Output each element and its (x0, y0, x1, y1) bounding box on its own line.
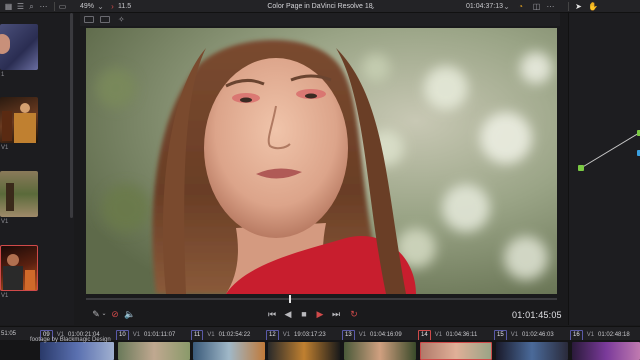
viewer-timecode: 01:01:45:05 (512, 310, 562, 320)
clip-timecode: 51:05 (1, 331, 17, 337)
clip-info[interactable]: 12 V1 19:03:17:23 (266, 330, 326, 341)
clip-timecode: 01:02:46:03 (522, 332, 554, 338)
scrub-bar[interactable] (86, 298, 557, 300)
track-label: V1 (510, 332, 519, 338)
gallery-still-selected[interactable] (0, 245, 38, 291)
clip-info[interactable]: 16 V1 01:02:48:18 (570, 330, 630, 341)
still-label: V1 (1, 145, 9, 151)
highlight-icon[interactable]: ✧ (118, 15, 125, 24)
timeline-clip[interactable] (572, 342, 640, 360)
clip-info[interactable]: 14 V1 01:04:36:11 (418, 330, 478, 341)
timeline-thumbnails (0, 340, 640, 360)
chevron-down-icon[interactable]: ⌄ (502, 2, 511, 11)
transport-controls: ✎ ⌄ ⊘ 🔈 ⏮ ◀ ■ ▶ ⏭ ↻ 01:01:45:05 (80, 304, 562, 324)
skip-back-icon[interactable]: ⏮ (266, 308, 278, 320)
timeline-clip[interactable] (40, 342, 114, 360)
more-icon[interactable]: ⋯ (546, 2, 555, 11)
audio-icon[interactable]: 🔈 (124, 308, 136, 320)
gallery-still[interactable] (0, 171, 38, 217)
viewer-subtoolbar: ✧ (80, 13, 560, 26)
track-label: V1 (358, 332, 367, 338)
clip-info[interactable]: 11 V1 01:02:54:22 (191, 330, 251, 341)
project-title: Color Page in DaVinci Resolve 18 (267, 3, 373, 10)
loop-icon[interactable]: ↻ (348, 308, 360, 320)
timeline-clip[interactable] (496, 342, 568, 360)
footage-credit: footage by Blackmagic Design (30, 337, 111, 343)
stop-icon[interactable]: ■ (298, 308, 310, 320)
track-label: V1 (282, 332, 291, 338)
track-label: V1 (586, 332, 595, 338)
clip-timecode: 19:03:17:23 (294, 332, 326, 338)
divider (568, 2, 569, 11)
still-label: 1 (1, 72, 5, 78)
gallery-scrollbar[interactable] (70, 13, 73, 218)
chevron-down-icon[interactable]: ⌄ (368, 2, 377, 11)
still-label: V1 (1, 293, 9, 299)
timeline-clip-selected[interactable] (420, 342, 492, 360)
skip-forward-icon[interactable]: ⏭ (330, 308, 342, 320)
gallery-panel: 1 V1 V1 V1 (0, 13, 74, 325)
clip-info[interactable]: 10 V1 01:01:11:07 (116, 330, 176, 341)
still-label: V1 (1, 219, 9, 225)
hand-icon[interactable]: ✋ (588, 2, 598, 11)
timeline-clip[interactable] (118, 342, 190, 360)
timeline-clip[interactable] (344, 342, 416, 360)
clip-info[interactable]: 13 V1 01:04:16:09 (342, 330, 402, 341)
timeline-clip[interactable] (268, 342, 340, 360)
top-bar: ▦ ☰ ⌕ ⋯ ▭ 49% ⌄ › 11.5 Color Page in DaV… (0, 0, 640, 13)
clip-timecode: 01:02:48:18 (598, 332, 630, 338)
clip-info[interactable]: 15 V1 01:02:46:03 (494, 330, 554, 341)
clip-timecode: 01:01:11:07 (144, 332, 176, 338)
single-viewer-icon[interactable] (84, 16, 94, 23)
clip-timecode: 01:04:16:09 (370, 332, 402, 338)
playhead[interactable] (288, 295, 291, 303)
track-label: V1 (434, 332, 443, 338)
node-input-icon[interactable] (578, 165, 584, 171)
viewer-image (86, 28, 557, 294)
wipe-icon[interactable]: ◫ (532, 2, 541, 11)
clip-timecode: 01:04:36:11 (446, 332, 478, 338)
qualifier-icon[interactable]: ⊘ (109, 308, 121, 320)
play-reverse-icon[interactable]: ◀ (282, 308, 294, 320)
gallery-still[interactable] (0, 24, 38, 70)
clip-timecode: 01:02:54:22 (218, 332, 251, 338)
timecode-display: 01:04:37:13 (466, 3, 503, 10)
track-label: V1 (207, 332, 215, 338)
split-viewer-icon[interactable] (100, 16, 110, 23)
pointer-icon[interactable]: ➤ (574, 2, 583, 11)
timeline-clip[interactable] (193, 342, 265, 360)
gallery-still[interactable] (0, 97, 38, 143)
color-scope-icon[interactable]: ◔ (516, 2, 525, 11)
track-label: V1 (132, 332, 141, 338)
viewer-frame[interactable] (86, 28, 557, 294)
node-editor[interactable] (568, 13, 640, 325)
play-icon[interactable]: ▶ (314, 308, 326, 320)
